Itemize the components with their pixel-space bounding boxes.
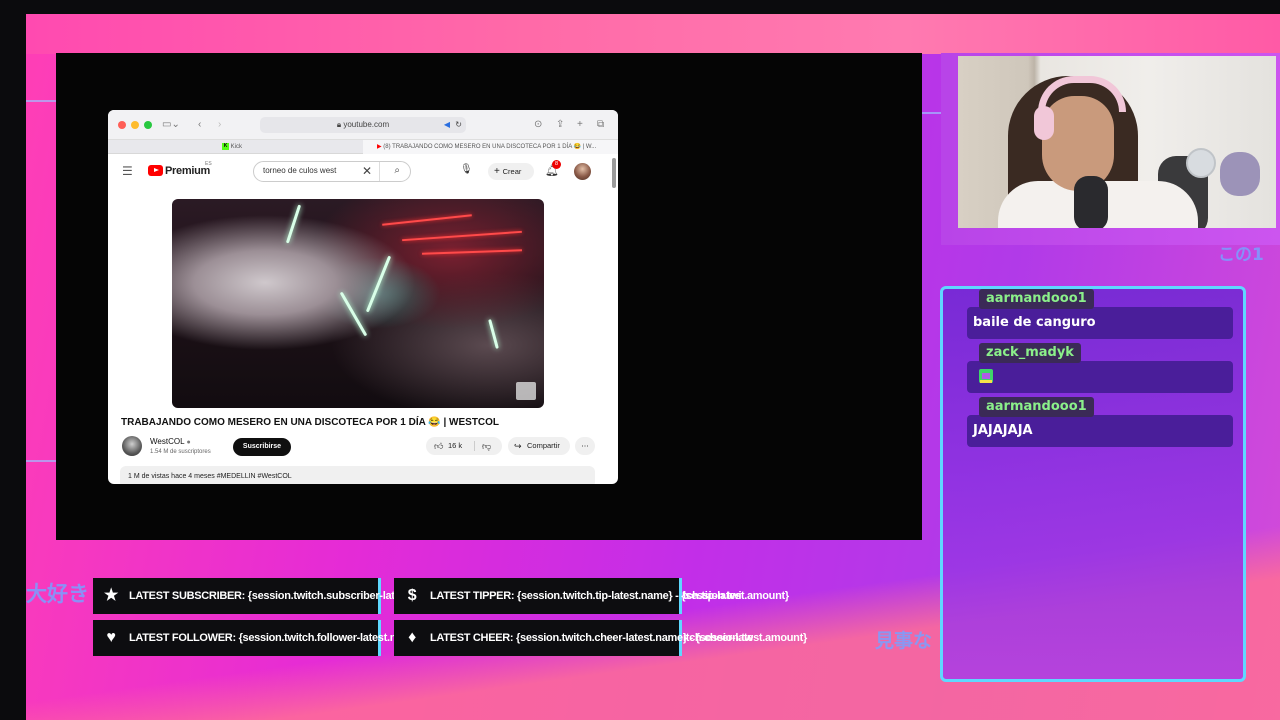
page-scrollbar[interactable] [612, 158, 616, 188]
latest-cheer-alert: ♦ LATEST CHEER: {session.twitch.cheer-la… [394, 620, 753, 656]
browser-window: ▭⌄ ‹ › 🔒︎ youtube.com ◀︎ ↻ ⊙ ⇪ + ⧉ K Kic… [108, 110, 618, 484]
glow-stick [488, 319, 499, 349]
overlay-kana-right: 見事な [875, 630, 933, 652]
account-avatar[interactable] [574, 163, 591, 180]
overlay-kana-left: 大好き [26, 582, 89, 606]
search-input[interactable]: torneo de culos west [263, 166, 336, 175]
chat-message: baile de canguro aarmandooo1 [967, 289, 1233, 341]
new-tab-icon[interactable]: + [577, 118, 583, 132]
search-icon[interactable]: ⌕ [394, 165, 400, 176]
diamond-icon: ♦ [408, 629, 416, 646]
chat-message: zack_madyk [967, 343, 1233, 395]
latest-follower-alert: ♥ LATEST FOLLOWER: {session.twitch.follo… [93, 620, 422, 656]
tab-youtube-video[interactable]: ▶︎ (8) TRABAJANDO COMO MESERO EN UNA DIS… [363, 140, 618, 154]
video-player[interactable] [172, 199, 544, 408]
glow-stick [365, 255, 392, 313]
youtube-header: ☰ Premium ES torneo de culos west ✕ ⌕ 🎙︎… [108, 154, 618, 190]
chat-message-text [967, 361, 1233, 393]
browser-titlebar: ▭⌄ ‹ › 🔒︎ youtube.com ◀︎ ↻ ⊙ ⇪ + ⧉ [108, 110, 618, 140]
browser-tabbar: K Kick ▶︎ (8) TRABAJANDO COMO MESERO EN … [108, 140, 618, 154]
share-icon[interactable]: ⇪ [556, 118, 564, 132]
clear-search-icon[interactable]: ✕ [362, 164, 372, 178]
dollar-icon: $ [407, 587, 417, 604]
audio-icon[interactable]: ◀︎ [444, 117, 450, 133]
overlay-deco-line [26, 460, 56, 462]
club-light [421, 249, 523, 255]
verified-icon: ● [186, 439, 191, 446]
youtube-logo-icon[interactable] [148, 165, 163, 176]
video-title: TRABAJANDO COMO MESERO EN UNA DISCOTECA … [121, 417, 500, 428]
overlay-deco-line [26, 100, 56, 102]
channel-avatar[interactable] [122, 436, 142, 456]
description-box[interactable]: 1 M de vistas hace 4 meses #MEDELLIN #We… [120, 466, 595, 484]
subscribe-button[interactable]: Suscribirse [233, 438, 291, 456]
download-icon[interactable]: ⊙ [534, 118, 542, 132]
menu-icon[interactable]: ☰ [122, 164, 133, 178]
kick-icon: K [222, 142, 229, 150]
glow-stick [339, 291, 368, 337]
plush-toy [1220, 152, 1260, 196]
maximize-window-icon[interactable] [144, 121, 152, 129]
chat-username: aarmandooo1 [979, 397, 1094, 417]
plus-icon: + [494, 166, 503, 177]
dislike-icon[interactable]: 👎︎ [482, 437, 491, 455]
minimize-window-icon[interactable] [131, 121, 139, 129]
glow-stick [285, 204, 302, 244]
more-dots-icon: ⋯ [581, 441, 589, 450]
chat-message-text: JAJAJAJA [967, 415, 1233, 447]
address-bar[interactable]: 🔒︎ youtube.com ◀︎ ↻ [260, 117, 466, 133]
channel-subscribers: 1.54 M de suscriptores [150, 449, 211, 455]
chat-username: zack_madyk [979, 343, 1081, 363]
chat-emote-icon [979, 369, 993, 383]
search-divider [379, 162, 380, 181]
latest-tipper-alert: $ LATEST TIPPER: {session.twitch.tip-lat… [394, 578, 742, 614]
like-icon[interactable]: 👍︎ [434, 437, 443, 455]
club-light [382, 214, 472, 226]
video-corner-logo [516, 382, 536, 400]
create-button[interactable]: + Crear [488, 163, 534, 180]
latest-tipper-overflow: tch.tip-latest.amount} [683, 590, 789, 602]
heart-icon: ♥ [106, 629, 116, 646]
microphone [1074, 176, 1108, 228]
region-code: ES [205, 161, 212, 167]
like-divider [474, 441, 475, 451]
overlay-top-stripe [26, 14, 1280, 54]
tab-overview-icon[interactable]: ⧉ [597, 118, 604, 132]
star-icon: ★ [103, 587, 119, 604]
chat-username: aarmandooo1 [979, 289, 1094, 309]
more-actions-button[interactable]: ⋯ [575, 437, 595, 455]
overlay-deco-line [922, 112, 941, 114]
chat-panel: baile de canguro aarmandooo1 zack_madyk … [940, 286, 1246, 682]
like-dislike-group: 👍︎ 16 k 👎︎ [426, 437, 502, 455]
forward-arrow-icon[interactable]: › [218, 118, 221, 132]
chat-message-text: baile de canguro [967, 307, 1233, 339]
search-box[interactable]: torneo de culos west ✕ ⌕ [253, 161, 411, 182]
notification-count-badge: 8 [552, 160, 561, 169]
share-button[interactable]: ↪ Compartir [508, 437, 570, 455]
club-light [402, 230, 522, 242]
channel-name[interactable]: WestCOL ● [150, 437, 191, 446]
latest-subscriber-alert: ★ LATEST SUBSCRIBER: {session.twitch.sub… [93, 578, 444, 614]
sidebar-toggle-icon[interactable]: ▭⌄ [162, 118, 180, 132]
youtube-premium-text[interactable]: Premium [165, 165, 210, 177]
address-text: youtube.com [343, 120, 390, 129]
chat-message: JAJAJAJA aarmandooo1 [967, 397, 1233, 449]
share-arrow-icon: ↪ [514, 441, 522, 451]
desk-fan [1186, 148, 1216, 178]
microphone-icon[interactable]: 🎙︎ [460, 164, 473, 175]
close-window-icon[interactable] [118, 121, 126, 129]
back-arrow-icon[interactable]: ‹ [198, 118, 201, 132]
like-count[interactable]: 16 k [448, 437, 462, 455]
headphone-cup [1034, 106, 1054, 140]
reload-icon[interactable]: ↻ [455, 117, 462, 133]
latest-cheer-overflow: itch.cheer-latest.amount} [683, 632, 807, 644]
webcam-feed [958, 56, 1276, 228]
tab-kick[interactable]: K Kick [108, 140, 363, 154]
